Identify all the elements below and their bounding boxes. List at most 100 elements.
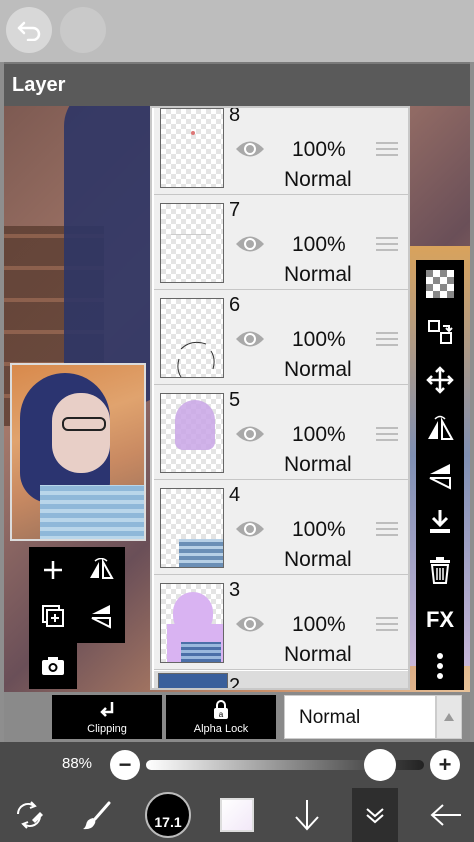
back-button[interactable] — [424, 788, 468, 842]
drag-handle-icon[interactable] — [376, 142, 398, 158]
arrow-left-icon — [430, 804, 461, 826]
layer-row[interactable]: 8 100% Normal — [154, 106, 408, 195]
layer-row[interactable]: 6 100% Normal — [154, 290, 408, 385]
left-tool-box-camera — [29, 643, 77, 689]
layer-number: 4 — [229, 484, 241, 506]
merge-down-icon — [430, 510, 450, 533]
opacity-slider-row: 88% − + — [0, 742, 474, 788]
flip-horizontal-icon — [428, 415, 454, 440]
layer-list[interactable]: 8 100% Normal 7 100% Normal 6 100% Normal 5 100% No… — [150, 106, 410, 690]
alpha-lock-button[interactable]: a Alpha Lock — [166, 695, 276, 739]
flip-vertical-icon — [91, 605, 111, 629]
eye-icon[interactable] — [234, 518, 266, 540]
layer-thumbnail — [158, 673, 228, 688]
plus-icon: + — [438, 752, 452, 777]
brush-size-button[interactable]: 17.1 — [143, 788, 193, 842]
drag-handle-icon[interactable] — [376, 332, 398, 348]
lock-icon: a — [214, 700, 228, 719]
eye-icon[interactable] — [234, 613, 266, 635]
tool-switch-button[interactable] — [6, 788, 52, 842]
layer-number: 8 — [229, 106, 241, 126]
layer-number: 3 — [229, 579, 241, 601]
layer-blend-mode: Normal — [284, 168, 352, 191]
layer-blend-mode: Normal — [284, 548, 352, 571]
blend-bar: Clipping a Alpha Lock Normal — [4, 692, 470, 742]
blend-mode-value: Normal — [299, 707, 361, 728]
layer-opacity: 100% — [292, 138, 346, 161]
layer-blend-mode: Normal — [284, 263, 352, 286]
layer-row[interactable]: 5 100% Normal — [154, 385, 408, 480]
layers-chevron-icon — [366, 808, 384, 824]
clipping-arrow-icon — [100, 702, 114, 717]
layer-blend-mode: Normal — [284, 358, 352, 381]
drag-handle-icon[interactable] — [376, 617, 398, 633]
duplicate-layer-button[interactable] — [29, 593, 77, 639]
merge-down-button[interactable] — [416, 500, 464, 544]
canvas-preview — [10, 363, 146, 541]
transparency-button[interactable] — [416, 262, 464, 306]
blend-mode-select[interactable]: Normal — [284, 695, 436, 739]
down-arrow-button[interactable] — [284, 788, 330, 842]
flip-layer-horizontal-button[interactable] — [77, 547, 125, 593]
layer-row[interactable]: 7 100% Normal — [154, 195, 408, 290]
layer-number: 6 — [229, 294, 241, 316]
layer-row[interactable]: 4 100% Normal — [154, 480, 408, 575]
left-tool-box — [29, 547, 125, 643]
blend-mode-dropdown-button[interactable] — [436, 695, 462, 739]
camera-button[interactable] — [29, 643, 77, 689]
opacity-slider-knob[interactable] — [363, 749, 396, 781]
triangle-up-icon — [444, 713, 454, 721]
redo-button[interactable] — [60, 7, 106, 53]
decrease-opacity-button[interactable]: − — [110, 750, 140, 780]
drag-handle-icon[interactable] — [376, 427, 398, 443]
alpha-lock-label: Alpha Lock — [193, 723, 249, 735]
drag-handle-icon[interactable] — [376, 237, 398, 253]
fx-button[interactable]: FX — [416, 598, 464, 642]
eye-icon[interactable] — [234, 423, 266, 445]
brush-size-value: 17.1 — [145, 792, 191, 838]
clipping-button[interactable]: Clipping — [52, 695, 162, 739]
drag-handle-icon[interactable] — [376, 522, 398, 538]
layer-thumbnail — [160, 393, 224, 473]
add-layer-button[interactable] — [29, 547, 77, 593]
color-swatch — [220, 798, 254, 832]
layer-opacity: 100% — [292, 328, 346, 351]
layer-blend-mode: Normal — [284, 643, 352, 666]
more-vertical-icon — [437, 653, 443, 679]
layer-opacity: 100% — [292, 233, 346, 256]
layer-opacity: 100% — [292, 518, 346, 541]
layer-number: 2 — [229, 675, 241, 690]
layer-thumbnail — [160, 203, 224, 283]
color-button[interactable] — [216, 788, 258, 842]
tool-switch-icon — [17, 801, 43, 829]
eye-icon[interactable] — [234, 138, 266, 160]
layer-opacity: 100% — [292, 423, 346, 446]
layer-panel-header: Layer — [4, 62, 470, 106]
layer-thumbnail — [160, 488, 224, 568]
layer-number: 7 — [229, 199, 241, 221]
layer-thumbnail — [160, 108, 224, 188]
flip-layer-vertical-button[interactable] — [77, 593, 125, 639]
flip-vertical-button[interactable] — [416, 454, 464, 498]
clipping-label: Clipping — [87, 723, 127, 735]
layer-row[interactable]: 2 — [154, 671, 408, 690]
eye-icon[interactable] — [234, 233, 266, 255]
camera-icon — [42, 657, 64, 675]
layer-row[interactable]: 3 100% Normal — [154, 575, 408, 670]
layer-thumbnail — [160, 583, 224, 663]
svg-text:a: a — [219, 710, 224, 719]
increase-opacity-button[interactable]: + — [430, 750, 460, 780]
more-button[interactable] — [416, 644, 464, 688]
top-bar — [0, 0, 474, 62]
eye-icon[interactable] — [234, 328, 266, 350]
move-icon — [426, 366, 454, 394]
panel-title: Layer — [12, 74, 66, 96]
brush-tool-button[interactable] — [74, 788, 120, 842]
layers-button[interactable] — [352, 788, 398, 842]
undo-button[interactable] — [6, 7, 52, 53]
flip-vertical-icon — [429, 464, 451, 490]
delete-layer-button[interactable] — [416, 548, 464, 592]
transform-button[interactable] — [416, 310, 464, 354]
flip-horizontal-button[interactable] — [416, 406, 464, 450]
move-button[interactable] — [416, 358, 464, 402]
